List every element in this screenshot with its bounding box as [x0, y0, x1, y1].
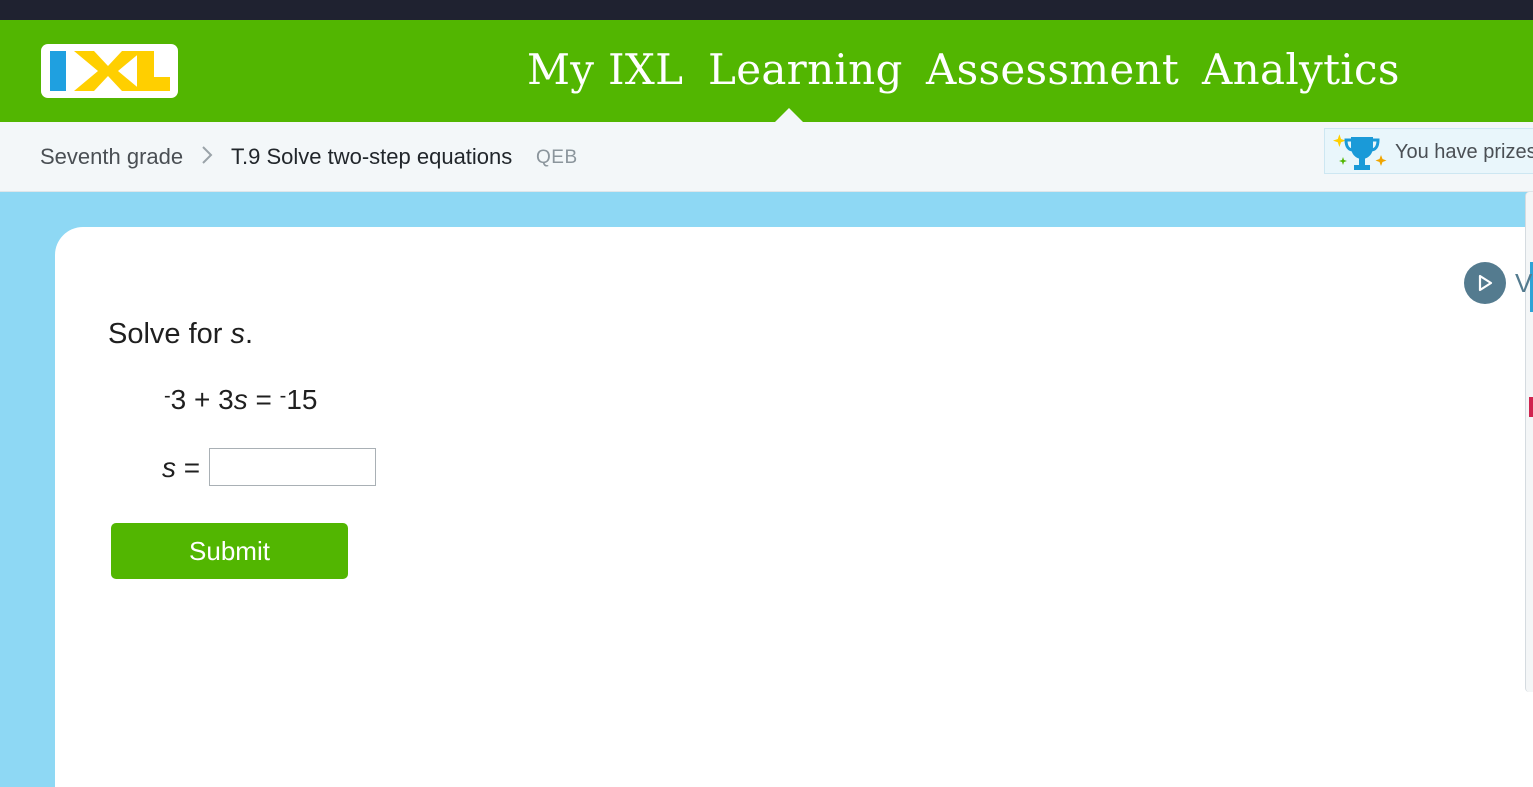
eq-op: +: [194, 384, 211, 415]
play-icon: [1478, 274, 1493, 292]
practice-card: [55, 227, 1533, 787]
neg-sign: -: [164, 385, 171, 407]
eq-equals: =: [255, 384, 272, 415]
ixl-logo[interactable]: [41, 44, 178, 98]
prizes-label: You have prizes: [1395, 141, 1533, 163]
breadcrumb-grade[interactable]: Seventh grade: [40, 144, 183, 170]
answer-variable: s: [162, 452, 176, 483]
ixl-logo-icon: [50, 51, 170, 91]
skill-code: QEB: [536, 147, 578, 168]
prompt-prefix: Solve for: [108, 318, 231, 350]
nav-analytics[interactable]: Analytics: [1202, 44, 1400, 96]
chevron-right-icon: [200, 142, 214, 173]
prizes-banner[interactable]: You have prizes: [1324, 128, 1533, 174]
eq-var: s: [233, 384, 248, 415]
nav-learning[interactable]: Learning: [708, 44, 903, 96]
submit-button[interactable]: Submit: [111, 523, 348, 579]
answer-equals: =: [183, 452, 201, 483]
side-panel-marker: [1529, 397, 1533, 417]
question-prompt: Solve for s.: [108, 318, 253, 351]
answer-label: s =: [162, 452, 200, 484]
play-video-button[interactable]: [1464, 262, 1506, 304]
eq-coef: 3: [218, 384, 234, 415]
breadcrumb: Seventh grade T.9 Solve two-step equatio…: [0, 122, 1533, 192]
active-nav-indicator: [775, 108, 803, 122]
nav-assessment[interactable]: Assessment: [926, 44, 1179, 96]
trophy-icon: [1331, 131, 1389, 178]
browser-top-strip: [0, 0, 1533, 20]
prompt-suffix: .: [245, 318, 254, 350]
eq-term1: 3: [170, 384, 187, 415]
breadcrumb-skill: T.9 Solve two-step equations: [231, 144, 513, 169]
nav-my-ixl[interactable]: My IXL: [527, 44, 683, 96]
answer-input[interactable]: [209, 448, 376, 486]
video-label[interactable]: V: [1515, 268, 1532, 299]
eq-rhs: 15: [286, 384, 318, 415]
prompt-variable: s: [230, 318, 246, 350]
main-nav: My IXL Learning Assessment Analytics: [0, 20, 1533, 122]
equation: -3 + 3s = -15: [164, 384, 318, 416]
